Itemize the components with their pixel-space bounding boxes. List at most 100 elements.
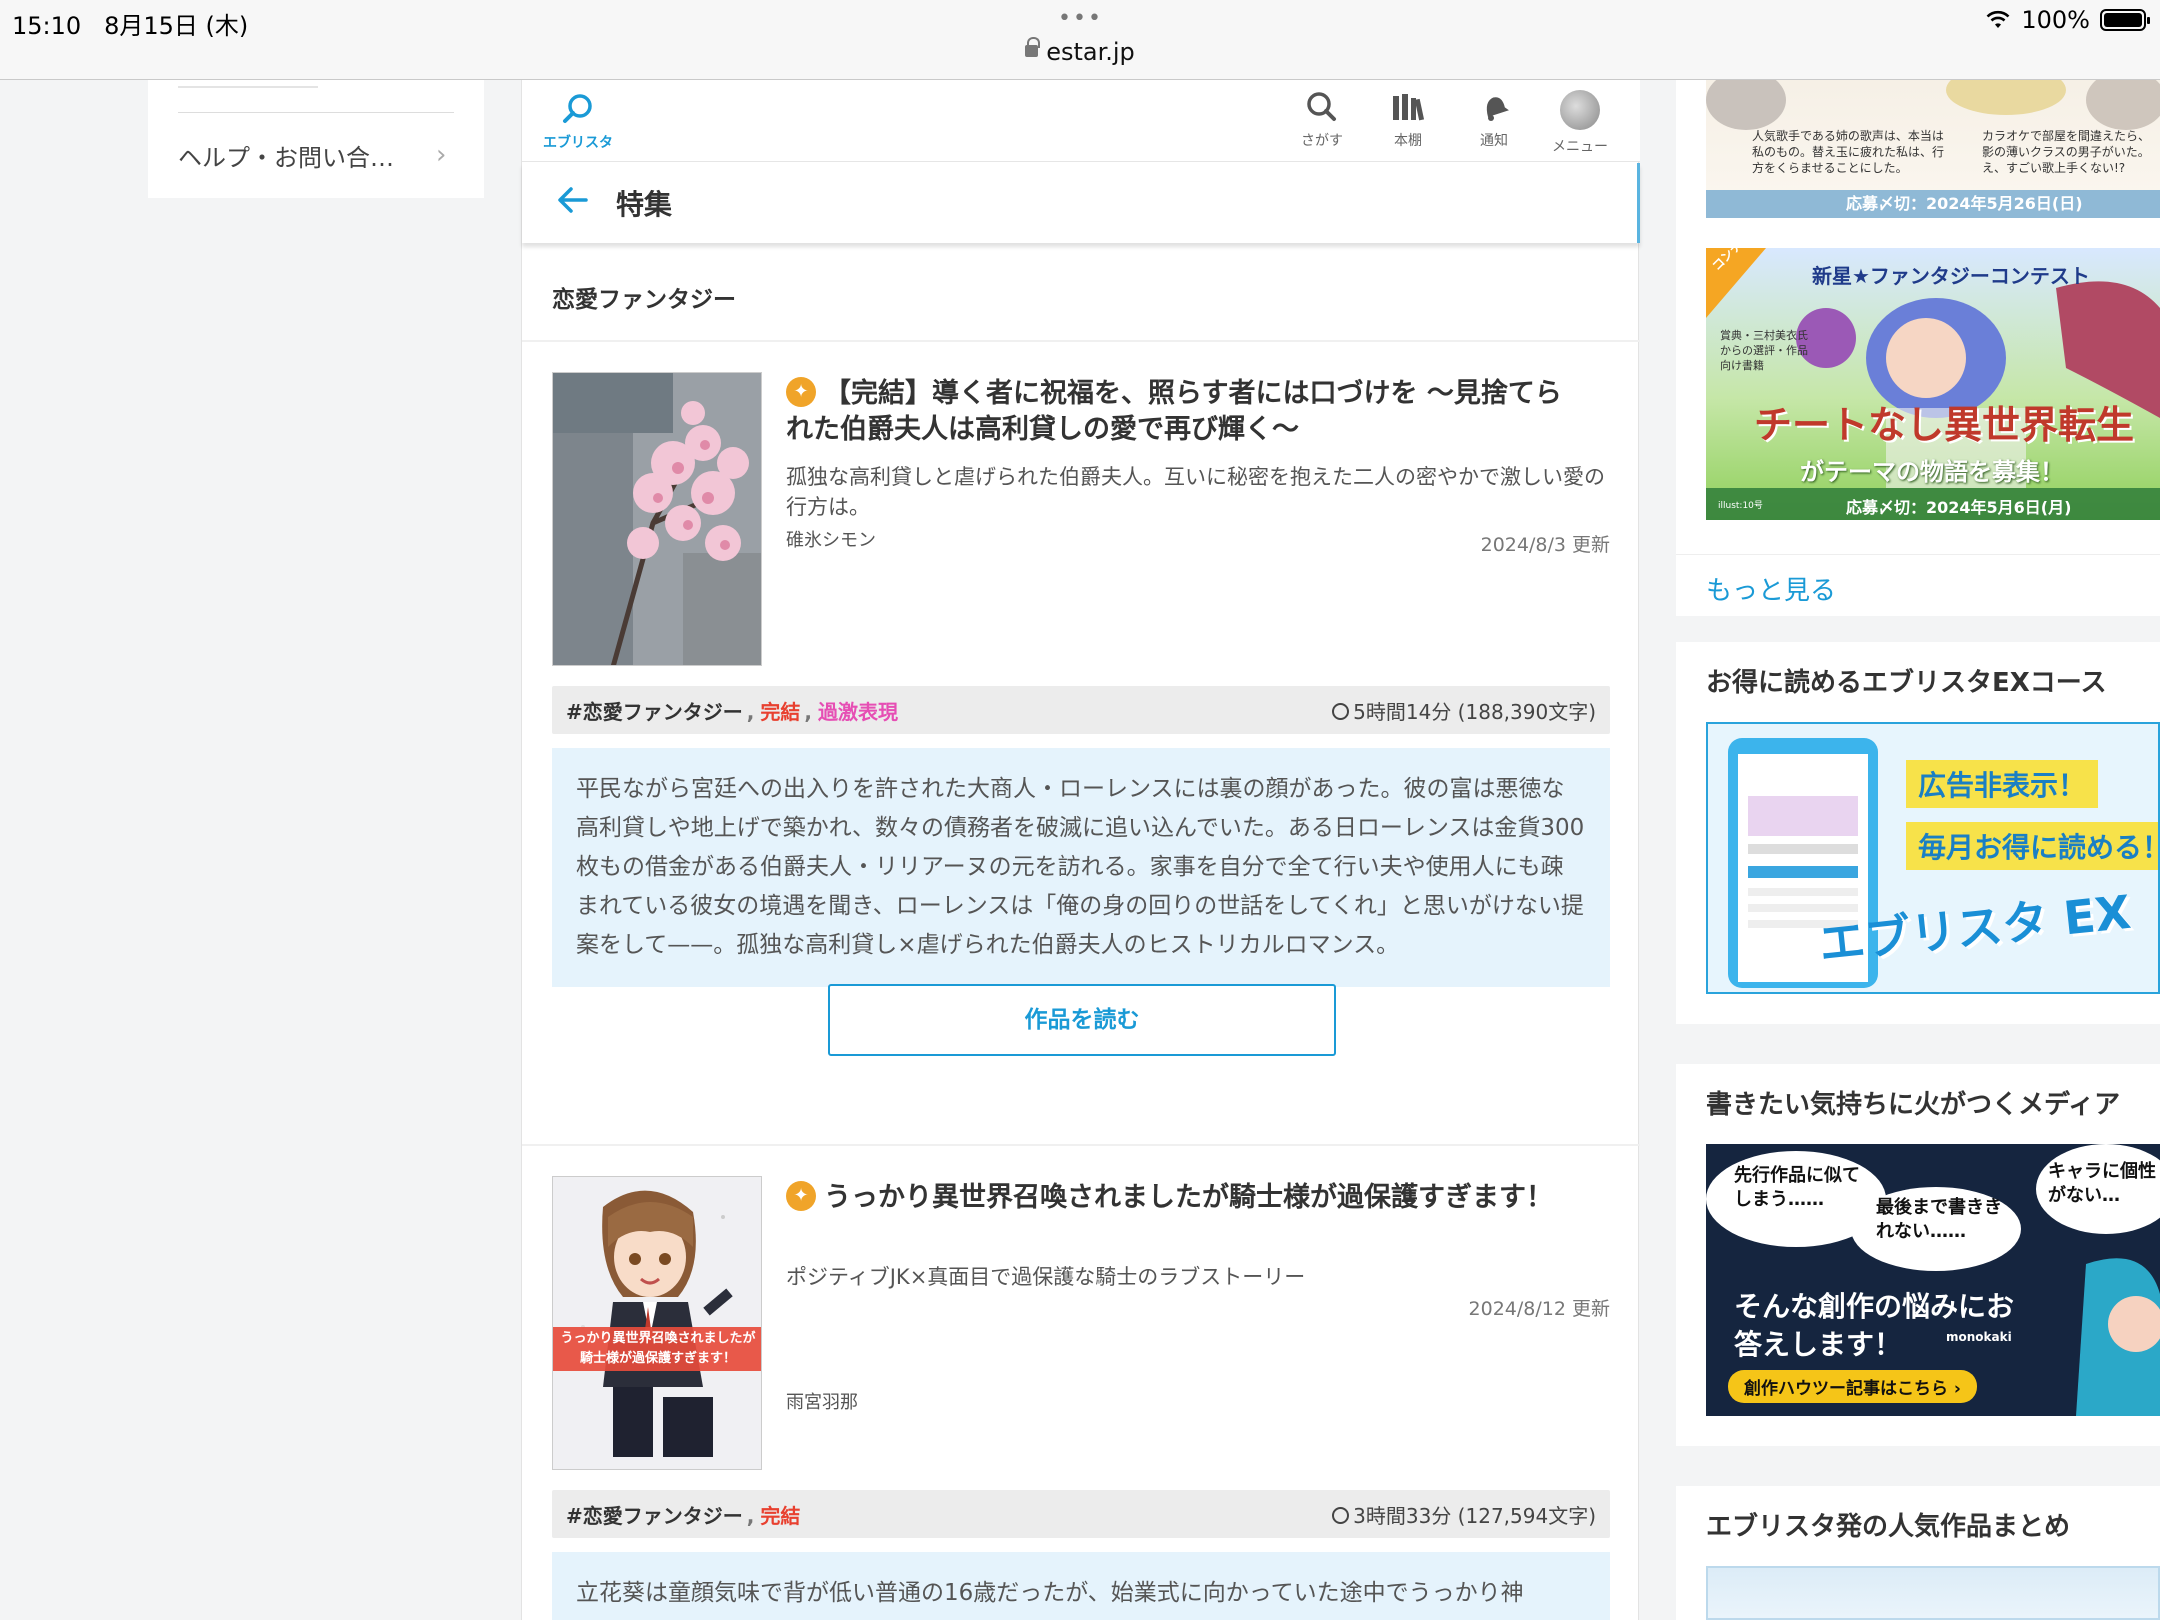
clock-icon	[1332, 703, 1350, 720]
contest-box: 人気歌手である姉の歌声は、本当は私のもの。替え玉に疲れた私は、行方をくらませるこ…	[1676, 80, 2160, 616]
section-divider	[522, 340, 1640, 342]
avatar-icon	[1560, 90, 1600, 130]
lock-icon	[1025, 37, 1041, 57]
banner-headline: チートなし異世界転生	[1754, 403, 2135, 447]
page-title: 特集	[616, 188, 673, 221]
cover-caption: うっかり異世界召喚されましたが騎士様が過保護すぎます！	[560, 1331, 756, 1366]
url-text: estar.jp	[1046, 38, 1135, 66]
banner-deadline: 応募〆切：2024年5月26日(日)	[1846, 194, 2083, 213]
tag-extreme[interactable]: 過激表現	[818, 700, 898, 724]
media-heading: 書きたい気持ちに火がつくメディア	[1706, 1090, 2121, 1120]
tab-dots-icon[interactable]: •••	[1058, 6, 1103, 31]
cherry-blossom-image	[553, 373, 761, 665]
work-synopsis: 立花葵は童顔気味で背が低い普通の16歳だったが、始業式に向かっていた途中でうっか…	[552, 1552, 1610, 1620]
nav-notifications[interactable]: 通知	[1456, 90, 1532, 150]
nav-bookshelf[interactable]: 本棚	[1370, 90, 1446, 150]
nav-bookshelf-label: 本棚	[1394, 133, 1422, 149]
banner-side-notes: 賞典・三村美衣氏からの選評・作品向け書籍	[1720, 329, 1808, 372]
section-title: 恋愛ファンタジー	[552, 287, 736, 313]
cover-image[interactable]: うっかり異世界召喚されましたが騎士様が過保護すぎます！	[552, 1176, 762, 1470]
media-bubble3: キャラに個性がない…	[2048, 1161, 2156, 1206]
more-link[interactable]: もっと見る	[1706, 570, 1836, 607]
address-bar[interactable]: estar.jp	[0, 37, 2160, 66]
work-catchcopy: 孤独な高利貸しと虐げられた伯爵夫人。互いに秘密を抱えた二人の密やかで激しい愛の行…	[786, 465, 1605, 519]
banner-text-right: カラオケで部屋を間違えたら、影の薄いクラスの男子がいた。え、すごい歌上手くない!…	[1982, 129, 2151, 175]
browser-status-bar: 15:10 8月15日 (木) ••• estar.jp 100%	[0, 0, 2160, 80]
star-badge-icon: ✦	[786, 376, 816, 407]
contest-banner-fantasy[interactable]: コンテスト 新星★ファンタジーコンテスト 賞典・三村美衣氏からの選評・作品向け書…	[1706, 248, 2160, 520]
read-time: 3時間33分 (127,594文字)	[1332, 1500, 1596, 1529]
battery-icon	[2100, 9, 2150, 31]
monokaki-logo: monokaki	[1946, 1330, 2012, 1344]
tag-separator: ,	[746, 700, 755, 724]
tag-separator: ,	[804, 700, 812, 724]
popular-box: エブリスタ発の人気作品まとめ	[1676, 1486, 2160, 1620]
ex-heading: お得に読めるエブリスタEXコース	[1706, 668, 2107, 698]
work-title[interactable]: ✦ 【完結】導く者に祝福を、照らす者には口づけを 〜見捨てられた伯爵夫人は高利貸し…	[786, 376, 1586, 448]
estar-logo[interactable]: エブリスタ	[538, 92, 618, 152]
nav-menu-label: メニュー	[1552, 139, 1608, 155]
media-bubble2: 最後まで書ききれない……	[1876, 1197, 2002, 1242]
bell-icon	[1486, 97, 1509, 121]
monokaki-banner[interactable]: 先行作品に似てしまう…… 最後まで書ききれない…… キャラに個性がない… そんな…	[1706, 1144, 2160, 1416]
back-arrow-icon[interactable]	[556, 185, 590, 215]
sidebar-item-help[interactable]: ヘルプ・お問い合…	[178, 138, 394, 173]
status-date: 8月15日 (木)	[104, 12, 249, 40]
contest-banner-song[interactable]: 人気歌手である姉の歌声は、本当は私のもの。替え玉に疲れた私は、行方をくらませるこ…	[1706, 80, 2160, 218]
work-title[interactable]: ✦ うっかり異世界召喚されましたが騎士様が過保護すぎます！	[786, 1180, 1586, 1216]
page-subheader: 特集	[522, 163, 1640, 243]
nav-menu[interactable]: メニュー	[1542, 90, 1618, 156]
battery-percent: 100%	[2021, 6, 2090, 34]
media-bubble1: 先行作品に似てしまう……	[1734, 1165, 1860, 1210]
cover-image[interactable]	[552, 372, 762, 666]
read-time-text: 3時間33分 (127,594文字)	[1353, 1504, 1596, 1528]
banner-title: 新星★ファンタジーコンテスト	[1812, 264, 2090, 288]
ex-line1: 広告非表示！	[1906, 760, 2099, 808]
nav-search[interactable]: さがす	[1284, 90, 1360, 150]
chevron-right-icon: ›	[436, 140, 447, 170]
right-column: 人気歌手である姉の歌声は、本当は私のもの。替え玉に疲れた私は、行方をくらませるこ…	[1676, 80, 2160, 1620]
anime-girl-image	[553, 1177, 761, 1469]
tag-genre[interactable]: #恋愛ファンタジー	[566, 700, 743, 724]
tag-complete[interactable]: 完結	[760, 1504, 800, 1528]
read-work-button[interactable]: 作品を読む	[828, 984, 1336, 1056]
tag-bar: #恋愛ファンタジー, 完結 3時間33分 (127,594文字)	[552, 1490, 1610, 1538]
tag-separator: ,	[746, 1504, 755, 1528]
sidebar-divider	[178, 112, 454, 113]
nav-search-label: さがす	[1301, 133, 1343, 149]
wifi-icon	[1986, 10, 2010, 28]
star-badge-icon: ✦	[786, 1180, 816, 1211]
nav-notifications-label: 通知	[1480, 133, 1508, 149]
media-cta-button[interactable]: 創作ハウツー記事はこちら ›	[1728, 1370, 1977, 1403]
ex-line2: 毎月お得に読める！	[1906, 822, 2158, 870]
tag-genre[interactable]: #恋愛ファンタジー	[566, 1504, 743, 1528]
tag-bar: #恋愛ファンタジー, 完結, 過激表現 5時間14分 (188,390文字)	[552, 686, 1610, 734]
tag-complete[interactable]: 完結	[760, 700, 800, 724]
main-column: エブリスタ さがす 本棚 通知 メニュー 特集 恋愛ファンタジー ✦ 【完結】導…	[521, 80, 1640, 1620]
status-time: 15:10 8月15日 (木)	[12, 12, 249, 40]
work-author[interactable]: 碓氷シモン	[786, 526, 876, 552]
banner-sub: がテーマの物語を募集！	[1800, 458, 2064, 486]
bookshelf-icon	[1393, 94, 1425, 121]
work-updated: 2024/8/12 更新	[1468, 1298, 1610, 1320]
ex-course-box: お得に読めるエブリスタEXコース 広告非表示！ 毎月お得に読める！ エブリスタ …	[1676, 642, 2160, 1024]
work-title-text: 【完結】導く者に祝福を、照らす者には口づけを 〜見捨てられた伯爵夫人は高利貸しの…	[786, 378, 1562, 445]
popular-heading: エブリスタ発の人気作品まとめ	[1706, 1512, 2071, 1542]
work-title-text: うっかり異世界召喚されましたが騎士様が過保護すぎます！	[824, 1182, 1553, 1213]
ex-course-banner[interactable]: 広告非表示！ 毎月お得に読める！ エブリスタ EX	[1706, 722, 2160, 994]
read-time: 5時間14分 (188,390文字)	[1332, 696, 1596, 725]
card-divider	[522, 1144, 1640, 1146]
logo-label: エブリスタ	[543, 135, 613, 151]
media-headline: そんな創作の悩みにお答えします！	[1734, 1290, 2015, 1361]
work-catchcopy: ポジティブJK×真面目で過保護な騎士のラブストーリー	[786, 1265, 1306, 1289]
left-sidebar: ヘルプ・お問い合… ›	[148, 80, 484, 198]
app-header: エブリスタ さがす 本棚 通知 メニュー	[522, 80, 1640, 162]
work-author[interactable]: 雨宮羽那	[786, 1388, 858, 1414]
clock-icon	[1332, 1507, 1350, 1524]
work-synopsis: 平民ながら宮廷への出入りを許された大商人・ローレンスには裏の顔があった。彼の富は…	[552, 748, 1610, 987]
media-box: 書きたい気持ちに火がつくメディア 先行作品に似てしまう…… 最後まで書ききれない…	[1676, 1064, 2160, 1446]
popular-banner[interactable]	[1706, 1566, 2160, 1620]
banner-deadline: 応募〆切：2024年5月6日(月)	[1846, 498, 2072, 517]
logo-icon	[563, 94, 592, 123]
banner-credit: illust:10号	[1718, 501, 1763, 511]
